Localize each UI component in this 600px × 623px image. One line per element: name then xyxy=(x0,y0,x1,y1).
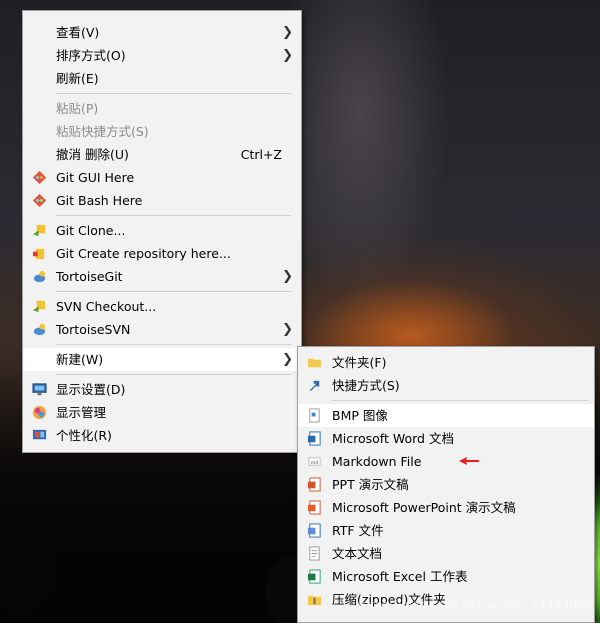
menu-item-view[interactable]: 查看(V) ❯ xyxy=(23,21,301,44)
submenu-item-label: BMP 图像 xyxy=(332,408,388,423)
watermark: https://blog.csdn.net/weixin_44403008 xyxy=(357,598,592,612)
menu-item-paste[interactable]: 粘贴(P) xyxy=(23,97,301,120)
bmp-image-icon xyxy=(309,408,320,423)
menu-separator xyxy=(56,215,291,216)
menu-item-git-clone[interactable]: Git Clone... xyxy=(23,219,301,242)
powerpoint-icon xyxy=(307,500,321,515)
submenu-item-label: 快捷方式(S) xyxy=(332,378,400,393)
svn-checkout-icon xyxy=(32,300,46,313)
menu-item-label: 粘贴(P) xyxy=(56,101,99,116)
menu-item-label: 排序方式(O) xyxy=(56,48,126,63)
menu-item-display-manager[interactable]: 显示管理 xyxy=(23,401,301,424)
submenu-item-label: Microsoft PowerPoint 演示文稿 xyxy=(332,500,516,515)
submenu-item-label: Microsoft Excel 工作表 xyxy=(332,569,468,584)
menu-item-tortoisesvn[interactable]: TortoiseSVN ❯ xyxy=(23,318,301,341)
tortoisegit-create-repo-icon xyxy=(32,248,45,260)
menu-separator xyxy=(56,374,291,375)
menu-item-label: SVN Checkout... xyxy=(56,299,157,314)
submenu-item-label: Microsoft Word 文档 xyxy=(332,431,454,446)
display-settings-icon xyxy=(32,383,47,396)
submenu-item-shortcut[interactable]: 快捷方式(S) xyxy=(298,374,594,397)
menu-item-git-bash[interactable]: Git Bash Here xyxy=(23,189,301,212)
tortoisegit-clone-icon xyxy=(32,224,46,237)
menu-item-label: 刷新(E) xyxy=(56,71,99,86)
menu-item-label: Git Clone... xyxy=(56,223,126,238)
menu-item-paste-shortcut[interactable]: 粘贴快捷方式(S) xyxy=(23,120,301,143)
submenu-item-text-document[interactable]: 文本文档 xyxy=(298,542,594,565)
menu-item-label: 个性化(R) xyxy=(56,428,112,443)
menu-item-refresh[interactable]: 刷新(E) xyxy=(23,67,301,90)
red-arrow-icon xyxy=(459,457,479,465)
tortoisegit-icon xyxy=(33,270,46,283)
menu-separator xyxy=(56,344,291,345)
menu-item-label: 粘贴快捷方式(S) xyxy=(56,124,149,139)
menu-item-label: 显示管理 xyxy=(56,405,107,420)
rtf-file-icon xyxy=(307,523,321,538)
menu-item-shortcut: Ctrl+Z xyxy=(240,147,282,162)
chevron-right-icon: ❯ xyxy=(282,25,293,40)
git-gui-icon xyxy=(32,170,47,185)
submenu-item-ppt[interactable]: PPT 演示文稿 xyxy=(298,473,594,496)
submenu-item-word-document[interactable]: Microsoft Word 文档 xyxy=(298,427,594,450)
submenu-item-label: 文件夹(F) xyxy=(332,355,387,370)
menu-item-label: 查看(V) xyxy=(56,25,100,40)
menu-separator xyxy=(56,93,291,94)
new-submenu: 文件夹(F) 快捷方式(S) BMP 图像 Microsoft Word 文档 … xyxy=(297,346,595,623)
menu-item-undo-delete[interactable]: 撤消 删除(U) Ctrl+Z xyxy=(23,143,301,166)
submenu-item-excel[interactable]: Microsoft Excel 工作表 xyxy=(298,565,594,588)
chevron-right-icon: ❯ xyxy=(282,48,293,63)
submenu-item-label: 文本文档 xyxy=(332,546,383,561)
menu-item-display-settings[interactable]: 显示设置(D) xyxy=(23,378,301,401)
tortoisesvn-icon xyxy=(33,323,46,336)
display-manager-icon xyxy=(32,405,47,420)
shortcut-icon xyxy=(309,380,320,392)
ppt-icon xyxy=(307,477,321,492)
menu-item-sort-by[interactable]: 排序方式(O) ❯ xyxy=(23,44,301,67)
zip-folder-icon xyxy=(307,595,322,606)
excel-icon xyxy=(307,569,321,584)
submenu-item-bmp-image[interactable]: BMP 图像 xyxy=(298,404,594,427)
word-document-icon xyxy=(307,431,321,446)
menu-item-git-gui[interactable]: Git GUI Here xyxy=(23,166,301,189)
chevron-right-icon: ❯ xyxy=(282,322,293,337)
menu-item-personalize[interactable]: 个性化(R) xyxy=(23,424,301,447)
menu-item-label: Git GUI Here xyxy=(56,170,135,185)
submenu-item-label: RTF 文件 xyxy=(332,523,384,538)
chevron-right-icon: ❯ xyxy=(282,352,293,367)
markdown-file-icon: md xyxy=(308,457,321,466)
menu-item-tortoisegit[interactable]: TortoiseGit ❯ xyxy=(23,265,301,288)
menu-item-new[interactable]: 新建(W) ❯ xyxy=(23,348,301,371)
submenu-item-markdown-file[interactable]: md Markdown File xyxy=(298,450,594,473)
menu-item-git-create-repo[interactable]: Git Create repository here... xyxy=(23,242,301,265)
chevron-right-icon: ❯ xyxy=(282,269,293,284)
submenu-item-label: PPT 演示文稿 xyxy=(332,477,409,492)
menu-item-label: TortoiseGit xyxy=(56,269,123,284)
submenu-item-powerpoint[interactable]: Microsoft PowerPoint 演示文稿 xyxy=(298,496,594,519)
menu-item-label: 显示设置(D) xyxy=(56,382,126,397)
folder-icon xyxy=(307,358,322,368)
menu-item-label: Git Bash Here xyxy=(56,193,143,208)
desktop-context-menu: 查看(V) ❯ 排序方式(O) ❯ 刷新(E) 粘贴(P) 粘贴快捷方式(S) … xyxy=(22,10,302,453)
personalize-icon xyxy=(32,429,47,440)
menu-item-label: 新建(W) xyxy=(56,352,104,367)
menu-item-svn-checkout[interactable]: SVN Checkout... xyxy=(23,295,301,318)
menu-separator xyxy=(332,400,588,401)
submenu-item-folder[interactable]: 文件夹(F) xyxy=(298,351,594,374)
svg-text:md: md xyxy=(311,460,319,466)
git-bash-icon xyxy=(32,193,47,208)
submenu-item-label: Markdown File xyxy=(332,454,422,469)
submenu-item-rtf[interactable]: RTF 文件 xyxy=(298,519,594,542)
menu-separator xyxy=(56,291,291,292)
menu-item-label: Git Create repository here... xyxy=(56,246,231,261)
menu-item-label: 撤消 删除(U) xyxy=(56,147,129,162)
text-document-icon xyxy=(309,546,320,561)
menu-item-label: TortoiseSVN xyxy=(56,322,131,337)
